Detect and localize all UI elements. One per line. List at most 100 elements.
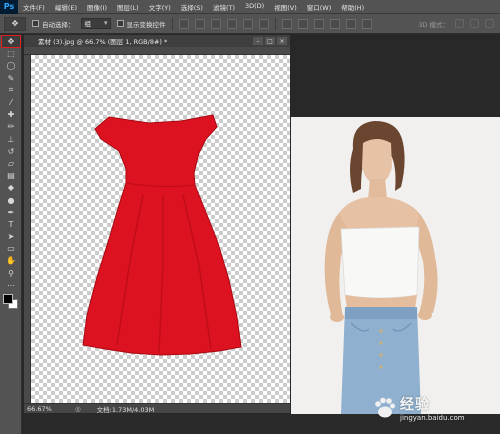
torso-skin: [337, 197, 421, 229]
stamp-icon[interactable]: ⊥: [2, 134, 20, 145]
current-tool-preset[interactable]: ✥: [4, 16, 26, 31]
document-size-info: 文档:1.73M/4.03M: [96, 405, 155, 414]
mode-3d-group: 3D 模式：: [418, 19, 494, 29]
model-photo: [291, 117, 500, 414]
auto-select-label: 自动选择：: [42, 20, 75, 29]
dodge-icon[interactable]: ●: [2, 194, 20, 205]
neck: [368, 179, 387, 199]
hand-icon[interactable]: ✋: [2, 255, 20, 266]
tools-panel: ✥ ⬚ ◯ ✎ ⌗ ⁄ ✚ ✏ ⊥ ↺ ▱ ▤ ◆ ● ✒ T ➤ ▭ ✋ ⚲ ⋯: [0, 34, 22, 434]
white-tube-top: [340, 226, 420, 299]
menu-item[interactable]: 3D(D): [240, 2, 269, 12]
auto-select-option[interactable]: 自动选择：: [32, 19, 75, 29]
model-photo-image: [324, 121, 438, 414]
menu-item[interactable]: 滤镜(T): [208, 2, 240, 12]
photoshop-logo: Ps: [0, 0, 18, 14]
3d-pan-icon[interactable]: [485, 19, 494, 28]
gradient-icon[interactable]: ▤: [2, 170, 20, 181]
menu-item[interactable]: 视图(V): [269, 2, 302, 12]
zoom-icon[interactable]: ⚲: [2, 268, 20, 279]
align-top-icon[interactable]: [178, 18, 189, 29]
minimize-button[interactable]: –: [253, 37, 263, 45]
distribute-bottom-icon[interactable]: [313, 18, 324, 29]
show-transform-label: 显示变换控件: [126, 20, 166, 29]
maximize-button[interactable]: □: [265, 37, 275, 45]
jeans-button: [379, 353, 383, 357]
menu-item[interactable]: 文字(Y): [144, 2, 176, 12]
marquee-icon[interactable]: ⬚: [2, 48, 20, 59]
baidu-paw-logo: [375, 397, 395, 418]
menu-item[interactable]: 帮助(H): [336, 2, 369, 12]
history-brush-icon[interactable]: ↺: [2, 146, 20, 157]
document-status-bar: 66.67% ◎ 文档:1.73M/4.03M: [24, 403, 290, 414]
show-transform-checkbox[interactable]: [116, 20, 124, 27]
mode-3d-label: 3D 模式：: [418, 20, 449, 29]
move-icon: ✥: [11, 19, 19, 28]
horizontal-ruler: [24, 47, 290, 55]
foreground-color-swatch[interactable]: [3, 293, 13, 304]
document-title: 素材 (3).jpg @ 66.7% (图层 1, RGB/8#) *: [38, 38, 168, 46]
dress-shape: [82, 114, 242, 356]
close-button[interactable]: ×: [277, 37, 287, 45]
distribute-right-icon[interactable]: [361, 18, 372, 29]
document-canvas[interactable]: [31, 55, 290, 403]
type-icon[interactable]: T: [2, 219, 20, 230]
distribute-top-icon[interactable]: [281, 18, 292, 29]
window-controls: – □ ×: [253, 37, 290, 45]
3d-rotate-icon[interactable]: [455, 19, 464, 28]
document-title-bar[interactable]: 素材 (3).jpg @ 66.7% (图层 1, RGB/8#) * – □ …: [24, 35, 290, 47]
shape-icon[interactable]: ▭: [2, 243, 20, 254]
align-bottom-icon[interactable]: [210, 18, 221, 29]
quick-select-icon[interactable]: ✎: [2, 73, 20, 84]
more-icon[interactable]: ⋯: [2, 280, 20, 291]
menu-item[interactable]: 窗口(W): [302, 2, 337, 12]
tool-list: ✥ ⬚ ◯ ✎ ⌗ ⁄ ✚ ✏ ⊥ ↺ ▱ ▤ ◆ ● ✒ T ➤ ▭ ✋ ⚲ ⋯: [0, 34, 21, 291]
align-left-icon[interactable]: [226, 18, 237, 29]
divider: [274, 17, 276, 30]
healing-icon[interactable]: ✚: [2, 109, 20, 120]
distribute-hcenter-icon[interactable]: [345, 18, 356, 29]
blur-icon[interactable]: ◆: [2, 182, 20, 193]
watermark-brand: 经验: [400, 397, 430, 413]
vertical-ruler: [24, 55, 31, 403]
left-hand: [330, 312, 344, 322]
jeans-button: [379, 365, 383, 369]
distribute-left-icon[interactable]: [329, 18, 340, 29]
eraser-icon[interactable]: ▱: [2, 158, 20, 169]
align-right-icon[interactable]: [258, 18, 269, 29]
crop-icon[interactable]: ⌗: [2, 85, 20, 96]
zoom-level[interactable]: 66.67%: [27, 405, 55, 413]
divider: [171, 17, 173, 30]
pen-icon[interactable]: ✒: [2, 207, 20, 218]
menu-item[interactable]: 文件(F): [18, 2, 50, 12]
watermark-text: 经验 jingyan.baidu.com: [400, 394, 465, 422]
baidu-jingyan-watermark: 经验 jingyan.baidu.com: [372, 388, 496, 428]
move-icon[interactable]: ✥: [1, 34, 21, 49]
face: [362, 139, 392, 185]
menu-bar: Ps 文件(F) 编辑(E) 图像(I) 图层(L) 文字(Y) 选择(S) 滤镜(T) 3D…: [0, 0, 500, 14]
status-menu-icon[interactable]: ◎: [75, 405, 81, 413]
eyedropper-icon[interactable]: ⁄: [2, 97, 20, 108]
distribute-vcenter-icon[interactable]: [297, 18, 308, 29]
jeans-waistband: [345, 307, 417, 319]
menu-item[interactable]: 图层(L): [112, 2, 144, 12]
show-transform-option[interactable]: 显示变换控件: [116, 19, 166, 29]
red-dress-layer: [82, 114, 242, 356]
menu-item[interactable]: 选择(S): [176, 2, 208, 12]
watermark-url: jingyan.baidu.com: [400, 414, 465, 422]
menu-items: 文件(F) 编辑(E) 图像(I) 图层(L) 文字(Y) 选择(S) 滤镜(T) 3D(D)…: [18, 2, 369, 12]
menu-item[interactable]: 图像(I): [82, 2, 112, 12]
menu-item[interactable]: 编辑(E): [50, 2, 82, 12]
lasso-icon[interactable]: ◯: [2, 60, 20, 71]
jeans-button: [379, 329, 383, 333]
align-vcenter-icon[interactable]: [194, 18, 205, 29]
path-select-icon[interactable]: ➤: [2, 231, 20, 242]
auto-select-dropdown[interactable]: 组: [80, 18, 111, 29]
3d-roll-icon[interactable]: [470, 19, 479, 28]
right-hand: [418, 310, 432, 320]
brush-icon[interactable]: ✏: [2, 121, 20, 132]
color-swatches[interactable]: [0, 292, 22, 312]
options-bar: ✥ 自动选择： 组 显示变换控件 3D 模式：: [0, 14, 500, 34]
auto-select-checkbox[interactable]: [32, 20, 39, 27]
align-hcenter-icon[interactable]: [242, 18, 253, 29]
